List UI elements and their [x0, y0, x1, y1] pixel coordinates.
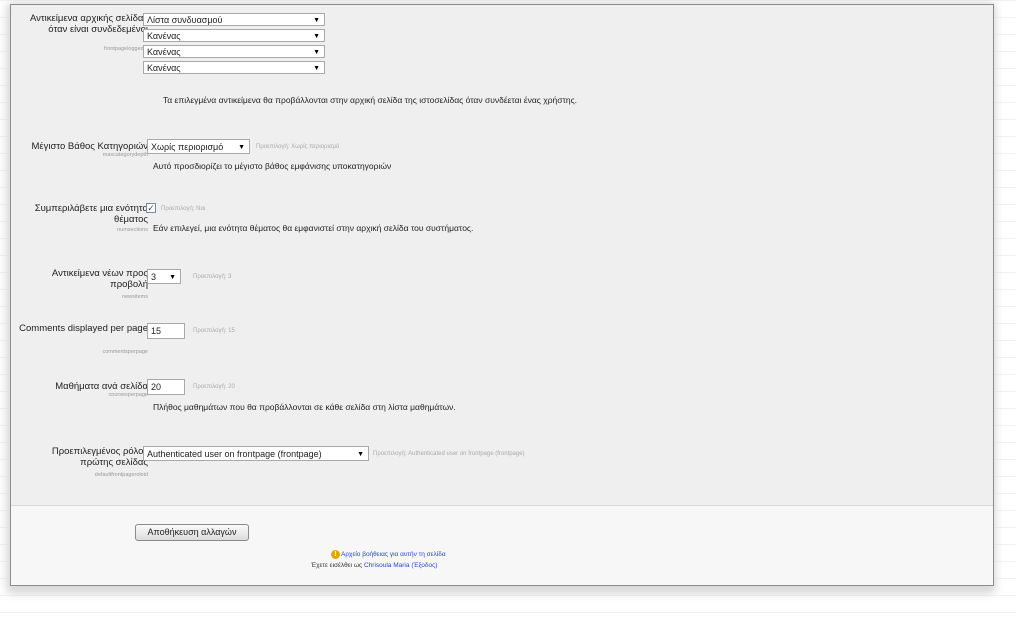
setting-label: Μαθήματα ανά σελίδα [55, 381, 148, 392]
setting-label: Αντικείμενα νέων προς προβολή [51, 268, 148, 290]
user-name-link[interactable]: Chrisoula Maria [364, 562, 410, 569]
courses-per-page-input[interactable]: 20 [147, 379, 185, 395]
select-value: Κανένας [147, 31, 181, 41]
setting-name: numsections [117, 227, 148, 233]
logout-link[interactable]: (Έξοδος) [411, 562, 437, 569]
settings-window: Αντικείμενα αρχικής σελίδας όταν είναι σ… [10, 4, 994, 586]
select-value: Authenticated user on frontpage (frontpa… [147, 449, 322, 459]
default-value: Προεπιλογή: 3 [193, 274, 232, 280]
default-value: Προεπιλογή: Χωρίς περιορισμό [256, 144, 340, 150]
page-footer: Αποθήκευση αλλαγών ! Αρχείο βοήθειας για… [11, 505, 993, 585]
setting-description: Αυτό προσδιορίζει το μέγιστο βάθος εμφάν… [153, 161, 392, 171]
setting-label: Μέγιστο Βάθος Κατηγοριών [31, 141, 149, 152]
default-value: Προεπιλογή: Authenticated user on frontp… [373, 451, 525, 457]
setting-label: Αντικείμενα αρχικής σελίδας όταν είναι σ… [29, 13, 148, 35]
login-info: Έχετε εισέλθει ως Chrisoula Maria (Έξοδο… [311, 562, 437, 569]
help-link[interactable]: Αρχείο βοήθειας για αυτήν τη σελίδα [341, 551, 446, 558]
frontpage-item-select-4[interactable]: Κανένας ▼ [143, 61, 325, 74]
default-value: Προεπιλογή: 15 [193, 328, 235, 334]
setting-name: maxcategorydepth [102, 152, 148, 158]
setting-name: defaultfrontpageroleid [94, 472, 148, 478]
frontpage-item-select-3[interactable]: Κανένας ▼ [143, 45, 325, 58]
setting-description: Τα επιλεγμένα αντικείμενα θα προβάλλοντα… [163, 95, 578, 105]
setting-label: Συμπεριλάβετε μια ενότητα θέματος [34, 203, 148, 225]
chevron-down-icon: ▼ [313, 49, 320, 56]
chevron-down-icon: ▼ [357, 451, 364, 458]
login-prefix: Έχετε εισέλθει ως [311, 562, 363, 569]
comments-per-page-input[interactable]: 15 [147, 323, 185, 339]
default-value: Προεπιλογή: 20 [193, 384, 235, 390]
setting-label: Comments displayed per page [19, 323, 148, 334]
default-value: Προεπιλογή: Ναι [161, 206, 206, 212]
setting-name: coursesperpage [108, 392, 148, 398]
select-value: 3 [151, 272, 157, 282]
chevron-down-icon: ▼ [313, 65, 320, 72]
frontpage-item-select-2[interactable]: Κανένας ▼ [143, 29, 325, 42]
include-topic-checkbox[interactable]: ✓ [146, 203, 156, 213]
chevron-down-icon: ▼ [313, 17, 320, 24]
chevron-down-icon: ▼ [169, 274, 176, 281]
setting-description: Εάν επιλεγεί, μια ενότητα θέματος θα εμφ… [153, 223, 474, 233]
select-value: Κανένας [147, 63, 181, 73]
chevron-down-icon: ▼ [313, 33, 320, 40]
setting-name: frontpageloggedin [103, 46, 148, 52]
frontpage-item-select-1[interactable]: Λίστα συνδυασμού ▼ [143, 13, 325, 26]
help-icon: ! [331, 550, 340, 559]
default-role-select[interactable]: Authenticated user on frontpage (frontpa… [143, 446, 369, 461]
setting-name: newsitems [122, 294, 148, 300]
max-category-depth-select[interactable]: Χωρίς περιορισμό ▼ [147, 139, 250, 154]
setting-name: commentsperpage [102, 349, 148, 355]
select-value: Χωρίς περιορισμό [151, 142, 224, 152]
setting-label: Προεπιλεγμένος ρόλος πρώτης σελίδας [51, 446, 148, 468]
news-items-select[interactable]: 3 ▼ [147, 269, 181, 284]
select-value: Λίστα συνδυασμού [147, 15, 223, 25]
setting-description: Πλήθος μαθημάτων που θα προβάλλονται σε … [153, 402, 456, 412]
chevron-down-icon: ▼ [238, 144, 245, 151]
select-value: Κανένας [147, 47, 181, 57]
save-button[interactable]: Αποθήκευση αλλαγών [135, 524, 249, 541]
